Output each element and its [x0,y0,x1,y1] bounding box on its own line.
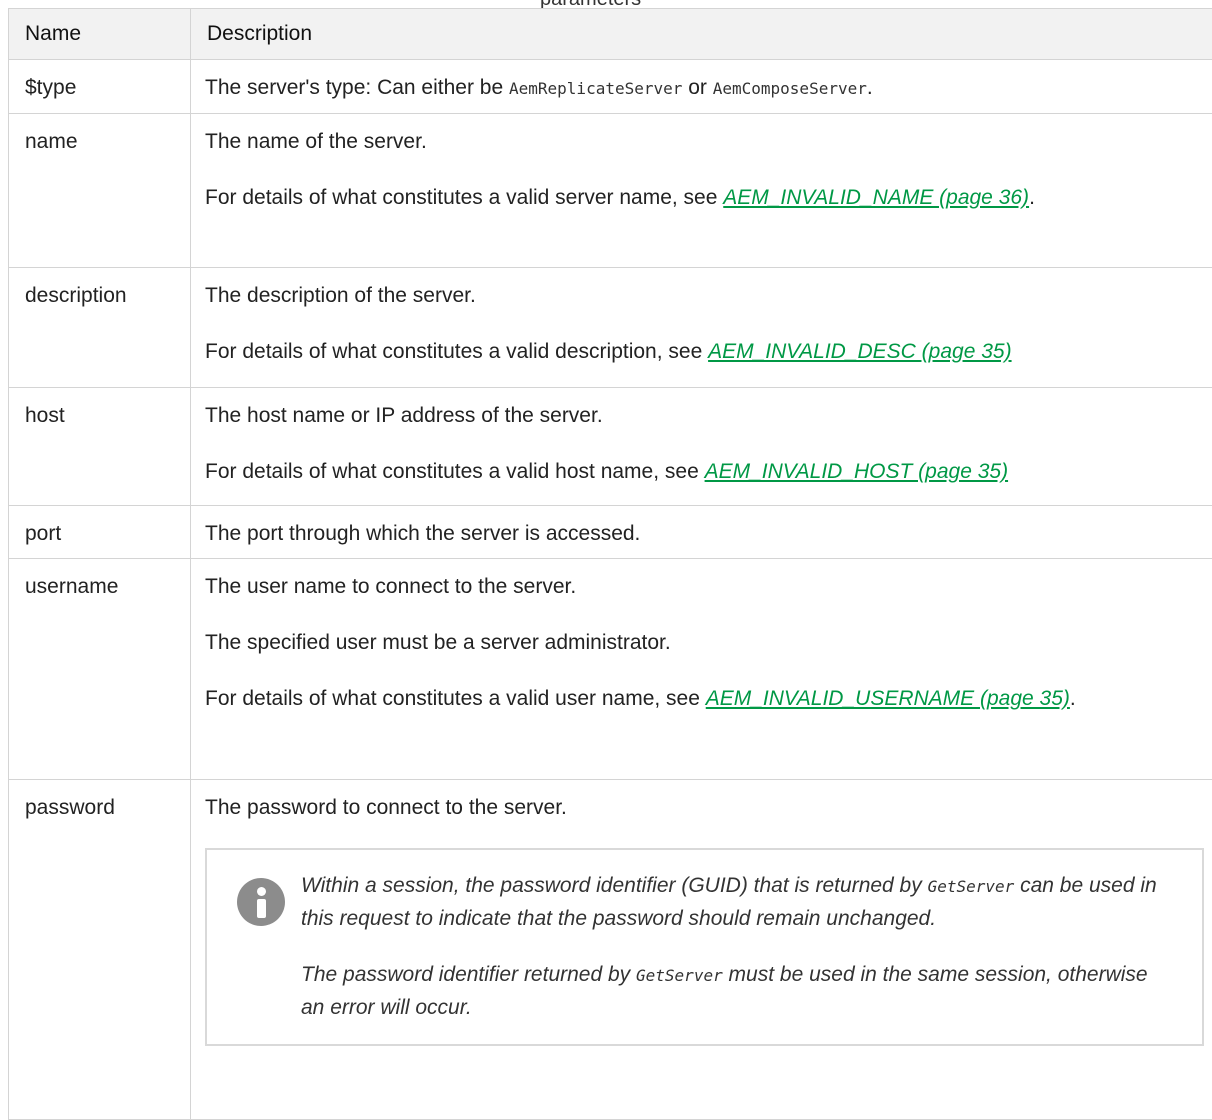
host-details-prefix: For details of what constitutes a valid … [205,460,705,483]
name-description-text: The name of the server. [205,126,1196,158]
name-details-end: . [1029,186,1035,209]
table-header-row: Name Description [9,9,1212,60]
table-row-host: host The host name or IP address of the … [9,388,1212,506]
code-compose-server: AemComposeServer [713,79,867,98]
table-row-type: $type The server's type: Can either be A… [9,60,1212,114]
note-1-before: Within a session, the password identifie… [301,874,928,897]
param-description: The user name to connect to the server. … [191,559,1212,780]
name-details-text: For details of what constitutes a valid … [205,182,1196,214]
type-text-or: or [682,76,712,99]
note-2-before: The password identifier returned by [301,963,636,986]
note-text-2: The password identifier returned by GetS… [301,959,1162,1024]
param-name: description [9,268,191,388]
link-aem-invalid-name[interactable]: AEM_INVALID_NAME (page 36) [723,186,1029,209]
code-replicate-server: AemReplicateServer [509,79,682,98]
username-details-end: . [1070,687,1076,710]
type-text-before: The server's type: Can either be [205,76,509,99]
param-name: password [9,780,191,1120]
param-name: username [9,559,191,780]
link-aem-invalid-desc[interactable]: AEM_INVALID_DESC (page 35) [708,340,1011,363]
username-details-text: For details of what constitutes a valid … [205,683,1196,715]
note-text-1: Within a session, the password identifie… [301,870,1162,935]
password-description-text: The password to connect to the server. [205,792,1196,824]
table-row-username: username The user name to connect to the… [9,559,1212,780]
table-row-password: password The password to connect to the … [9,780,1212,1120]
username-details-prefix: For details of what constitutes a valid … [205,687,706,710]
username-admin-text: The specified user must be a server admi… [205,627,1196,659]
param-description: The description of the server. For detai… [191,268,1212,388]
param-description: The server's type: Can either be AemRepl… [191,60,1212,114]
header-name: Name [9,9,191,60]
code-getserver: GetServer [636,966,723,985]
param-name: $type [9,60,191,114]
port-description-text: The port through which the server is acc… [205,518,1196,550]
param-name: port [9,506,191,559]
username-description-text: The user name to connect to the server. [205,571,1196,603]
parameters-table: Name Description $type The server's type… [8,8,1212,1120]
table-caption-text: parameters [540,0,641,8]
header-description: Description [191,9,1212,60]
param-name: name [9,114,191,268]
host-description-text: The host name or IP address of the serve… [205,400,1196,432]
link-aem-invalid-username[interactable]: AEM_INVALID_USERNAME (page 35) [706,687,1070,710]
code-getserver: GetServer [928,877,1015,896]
host-details-text: For details of what constitutes a valid … [205,456,1196,488]
table-row-name: name The name of the server. For details… [9,114,1212,268]
type-text-after: . [867,76,873,99]
description-details-prefix: For details of what constitutes a valid … [205,340,708,363]
table-row-description: description The description of the serve… [9,268,1212,388]
info-note: Within a session, the password identifie… [205,848,1204,1046]
param-description: The password to connect to the server. W… [191,780,1212,1120]
link-aem-invalid-host[interactable]: AEM_INVALID_HOST (page 35) [705,460,1008,483]
description-details-text: For details of what constitutes a valid … [205,336,1196,368]
table-row-port: port The port through which the server i… [9,506,1212,559]
table-caption: parameters [0,0,1212,8]
param-name: host [9,388,191,506]
param-description: The port through which the server is acc… [191,506,1212,559]
param-description: The host name or IP address of the serve… [191,388,1212,506]
param-description: The name of the server. For details of w… [191,114,1212,268]
name-details-prefix: For details of what constitutes a valid … [205,186,723,209]
type-description-text: The server's type: Can either be AemRepl… [205,72,1196,105]
description-description-text: The description of the server. [205,280,1196,312]
info-icon [237,878,285,926]
